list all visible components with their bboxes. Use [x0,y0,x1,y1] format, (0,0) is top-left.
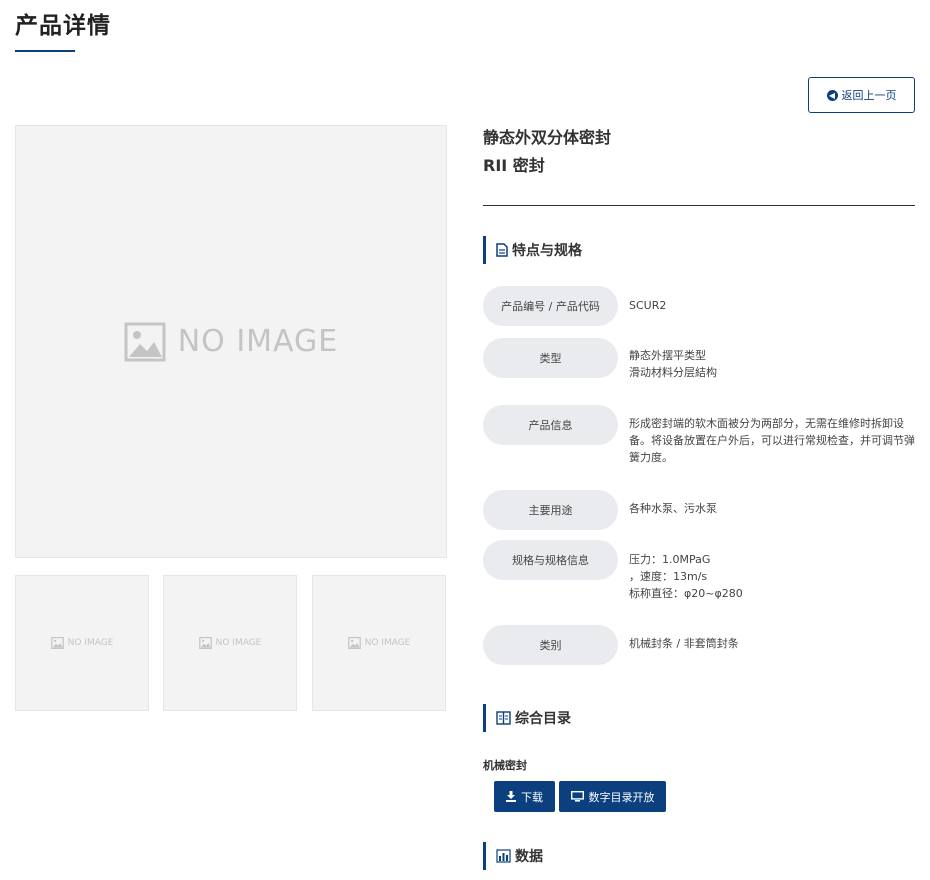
page-title: 产品详情 [15,13,111,39]
digital-catalog-button-label: 数字目录开放 [588,790,655,804]
thumbnail-2[interactable]: NO IMAGE [163,575,297,711]
image-placeholder-icon [198,637,212,649]
download-button[interactable]: 下载 [494,781,555,812]
document-icon [496,243,508,257]
no-image-text: NO IMAGE [67,638,114,648]
thumbnail-3[interactable]: NO IMAGE [312,575,446,711]
spec-value: SCUR2 [629,299,667,312]
monitor-icon [570,791,584,802]
spec-label: 产品编号 / 产品代码 [483,286,618,326]
no-image-text: NO IMAGE [215,638,262,648]
spec-row: 类型 静态外摆平类型 滑动材料分层結构 [483,338,915,381]
data-heading: 数据 [483,842,543,870]
main-product-image: NO IMAGE [15,125,447,558]
spec-label: 产品信息 [483,405,618,445]
features-heading-label: 特点与规格 [512,243,582,259]
catalog-heading-label: 综合目录 [515,711,571,727]
download-icon [506,791,516,802]
arrow-left-circle-icon: ◀ [826,89,838,101]
no-image-text: NO IMAGE [364,638,411,648]
spec-row: 产品信息 形成密封端的软木面被分为两部分，无需在维修时拆卸设备。将设备放置在户外… [483,405,915,466]
thumbnail-1[interactable]: NO IMAGE [15,575,149,711]
spec-value: 压力：1.0MPaG ，速度：13m/s 标称直径：φ20~φ280 [629,553,743,600]
data-heading-label: 数据 [515,849,543,865]
spec-value: 静态外摆平类型 滑动材料分层結构 [629,349,717,379]
spec-row: 主要用途 各种水泵、污水泵 [483,490,915,530]
spec-row: 类别 机械封条 / 非套筒封条 [483,625,915,665]
catalog-subtitle: 机械密封 [483,759,527,772]
spec-label: 类型 [483,338,618,378]
back-button-label: 返回上一页 [841,89,897,102]
spec-row: 规格与规格信息 压力：1.0MPaG ，速度：13m/s 标称直径：φ20~φ2… [483,540,915,602]
spec-label: 规格与规格信息 [483,540,618,580]
book-icon [496,711,511,725]
digital-catalog-button[interactable]: 数字目录开放 [559,781,666,812]
product-name-line1: 静态外双分体密封 [483,128,612,147]
image-placeholder-icon [347,637,361,649]
no-image-text: NO IMAGE [177,324,339,359]
bar-chart-icon [496,849,511,863]
spec-label: 类别 [483,625,618,665]
product-name-line2: RII 密封 [483,156,545,175]
spec-value: 形成密封端的软木面被分为两部分，无需在维修时拆卸设备。将设备放置在户外后，可以进… [629,417,915,464]
divider [483,205,915,206]
product-name: 静态外双分体密封 RII 密封 [483,124,611,180]
catalog-heading: 综合目录 [483,704,571,732]
spec-row: 产品编号 / 产品代码 SCUR2 [483,286,915,326]
back-button[interactable]: ◀ 返回上一页 [808,77,915,113]
spec-value: 机械封条 / 非套筒封条 [629,637,739,650]
image-placeholder-icon [124,322,166,361]
title-underline [15,50,75,52]
spec-value: 各种水泵、污水泵 [629,502,717,515]
image-placeholder-icon [50,637,64,649]
download-button-label: 下载 [521,790,543,804]
features-heading: 特点与规格 [483,236,582,264]
spec-label: 主要用途 [483,490,618,530]
